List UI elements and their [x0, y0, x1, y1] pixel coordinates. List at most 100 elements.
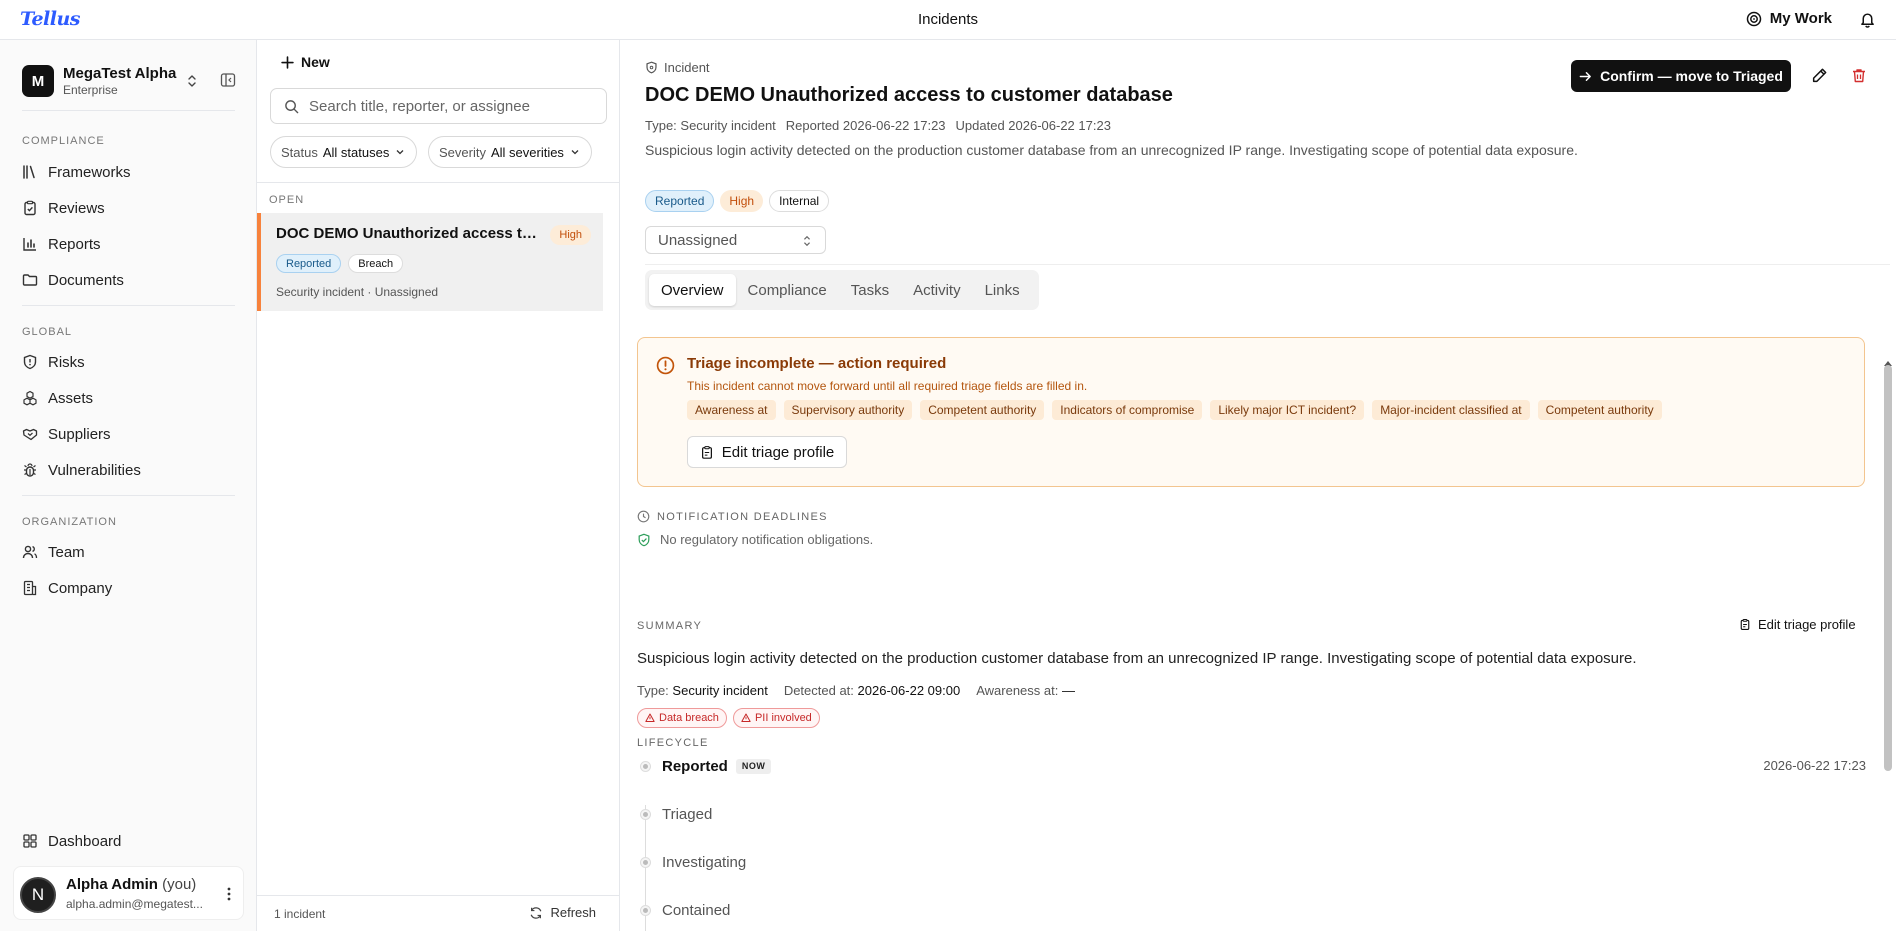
- sidebar-item-documents[interactable]: Documents: [22, 266, 235, 294]
- pencil-icon[interactable]: [1811, 67, 1828, 84]
- tab-tasks[interactable]: Tasks: [839, 274, 901, 306]
- lifecycle-dot: [641, 761, 650, 771]
- refresh-label: Refresh: [550, 905, 596, 920]
- search-box[interactable]: [270, 88, 607, 124]
- sidebar-item-label: Frameworks: [48, 163, 131, 181]
- incident-kind: Incident: [645, 60, 710, 75]
- chevron-down-icon: [396, 150, 404, 155]
- notification-label: NOTIFICATION DEADLINES: [657, 510, 828, 523]
- summary-awareness: Awareness at: —: [976, 683, 1075, 698]
- lifecycle-step-label: Investigating: [662, 853, 747, 871]
- sidebar-item-reports[interactable]: Reports: [22, 230, 235, 258]
- sidebar-item-suppliers[interactable]: Suppliers: [22, 420, 235, 448]
- section-organization: ORGANIZATION: [22, 516, 117, 528]
- incident-reported: Reported 2026-06-22 17:23: [785, 118, 946, 133]
- list-item[interactable]: DOC DEMO Unauthorized access to customer…: [257, 213, 603, 311]
- notification-text: No regulatory notification obligations.: [660, 532, 874, 547]
- tab-overview[interactable]: Overview: [649, 274, 736, 306]
- org-switcher[interactable]: M MegaTest Alpha Enterprise: [22, 63, 237, 99]
- my-work-button[interactable]: My Work: [1746, 10, 1832, 27]
- lifecycle-dot: [641, 905, 650, 915]
- more-vertical-icon[interactable]: [227, 887, 231, 901]
- sidebar-item-frameworks[interactable]: Frameworks: [22, 158, 235, 186]
- sidebar-item-dashboard[interactable]: Dashboard: [22, 827, 235, 855]
- my-work-label: My Work: [1769, 10, 1832, 27]
- org-avatar: M: [22, 65, 54, 97]
- edit-triage-label: Edit triage profile: [721, 443, 835, 461]
- sidebar-item-vulnerabilities[interactable]: Vulnerabilities: [22, 456, 235, 484]
- list-item-subtitle: Security incident · Unassigned: [276, 285, 439, 299]
- handshake-icon: [22, 428, 38, 441]
- tab-compliance[interactable]: Compliance: [736, 274, 839, 306]
- sidebar-divider: [22, 110, 235, 111]
- missing-field-chip: Competent authority: [1537, 400, 1662, 420]
- org-plan: Enterprise: [63, 83, 118, 97]
- refresh-button[interactable]: Refresh: [529, 905, 596, 920]
- sidebar-item-label: Dashboard: [48, 832, 122, 850]
- clock-icon: [637, 510, 650, 523]
- data-breach-flag: Data breach: [637, 708, 727, 728]
- lifecycle-step-investigating: Investigating: [637, 851, 746, 873]
- lifecycle-heading: LIFECYCLE: [637, 737, 709, 749]
- header-divider: [645, 264, 1890, 265]
- avatar: N: [20, 877, 56, 913]
- top-bar: Tellus Incidents My Work: [0, 0, 1896, 40]
- summary-heading: SUMMARY: [637, 620, 703, 632]
- page-title: Incidents: [917, 11, 979, 28]
- sidebar-collapse-icon[interactable]: [220, 72, 236, 88]
- status-filter[interactable]: Status All statuses: [270, 136, 418, 168]
- warning-triangle-icon: [741, 713, 751, 722]
- incident-meta: Type: Security incident Reported 2026-06…: [645, 118, 1111, 133]
- sidebar-divider: [22, 495, 235, 496]
- arrow-right-icon: [1579, 71, 1591, 81]
- missing-field-chip: Awareness at: [687, 400, 776, 420]
- sidebar-item-risks[interactable]: Risks: [22, 348, 235, 376]
- lifecycle-step-triaged: Triaged: [637, 803, 712, 825]
- filter-value: All severities: [490, 144, 564, 160]
- shield-alert-icon: [23, 354, 37, 370]
- sidebar-item-label: Risks: [48, 353, 85, 371]
- chevrons-up-down-icon: [804, 235, 810, 247]
- sidebar-item-reviews[interactable]: Reviews: [22, 194, 235, 222]
- confirm-triage-button[interactable]: Confirm — move to Triaged: [1571, 60, 1791, 92]
- missing-field-chip: Competent authority: [920, 400, 1045, 420]
- incident-kind-label: Incident: [664, 60, 710, 75]
- summary-text: Suspicious login activity detected on th…: [637, 650, 1637, 667]
- sidebar-item-label: Company: [48, 579, 113, 597]
- lifecycle-step-label: Reported: [662, 757, 728, 775]
- users-icon: [22, 545, 38, 559]
- user-you-label: (you): [162, 876, 197, 893]
- triage-alert: Triage incomplete — action required This…: [637, 337, 1865, 487]
- lifecycle-step-contained: Contained: [637, 899, 730, 921]
- edit-triage-profile-button[interactable]: Edit triage profile: [687, 436, 847, 468]
- boxes-icon: [23, 390, 37, 406]
- list-divider: [257, 182, 620, 183]
- assignee-select[interactable]: Unassigned: [645, 226, 826, 254]
- lifecycle-step-reported: Reported NOW: [637, 755, 772, 777]
- new-incident-button[interactable]: New: [281, 54, 330, 70]
- tab-activity[interactable]: Activity: [901, 274, 973, 306]
- scrollbar-thumb[interactable]: [1884, 365, 1892, 771]
- user-card[interactable]: N Alpha Admin (you) alpha.admin@megatest…: [13, 866, 244, 920]
- chevron-down-icon: [571, 150, 579, 155]
- incident-list-pane: New Status All statuses Severity All sev…: [257, 40, 620, 931]
- sidebar-divider: [22, 305, 235, 306]
- flag-label: PII involved: [754, 712, 812, 724]
- search-input[interactable]: [309, 97, 589, 115]
- sidebar-item-assets[interactable]: Assets: [22, 384, 235, 412]
- sidebar-item-label: Assets: [48, 389, 94, 407]
- clipboard-icon: [701, 445, 712, 459]
- sidebar-item-team[interactable]: Team: [22, 538, 235, 566]
- trash-icon[interactable]: [1851, 67, 1867, 84]
- sidebar-item-company[interactable]: Company: [22, 574, 235, 602]
- edit-triage-link-label: Edit triage profile: [1758, 617, 1856, 632]
- lifecycle-dot: [641, 809, 650, 819]
- org-name: MegaTest Alpha: [63, 65, 177, 82]
- severity-filter[interactable]: Severity All severities: [428, 136, 592, 168]
- notifications-button[interactable]: [1859, 11, 1876, 28]
- tab-links[interactable]: Links: [973, 274, 1032, 306]
- edit-triage-profile-link[interactable]: Edit triage profile: [1739, 617, 1856, 632]
- incident-description: Suspicious login activity detected on th…: [645, 142, 1578, 158]
- bug-icon: [24, 463, 36, 477]
- summary-detected: Detected at: 2026-06-22 09:00: [784, 683, 960, 698]
